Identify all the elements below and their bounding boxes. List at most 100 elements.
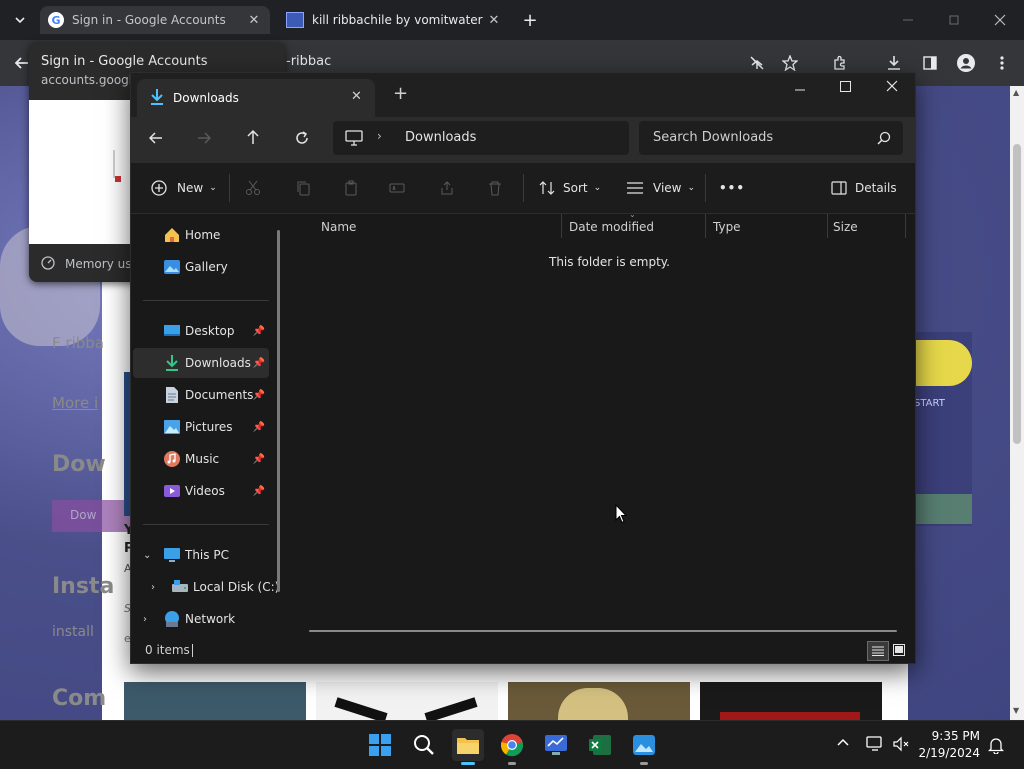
rename-icon[interactable] xyxy=(389,172,405,204)
pin-icon[interactable]: 📌 xyxy=(253,358,265,369)
new-tab-button[interactable]: + xyxy=(518,8,542,32)
network-icon xyxy=(163,610,181,628)
address-bar-text[interactable]: -ribbac xyxy=(286,54,331,69)
sidebar-item-videos[interactable]: Videos 📌 xyxy=(133,476,269,506)
file-explorer-app-icon[interactable] xyxy=(452,729,484,765)
details-button[interactable]: Details xyxy=(829,172,897,204)
thumbnail-3[interactable] xyxy=(508,682,690,720)
breadcrumb-chevron-icon[interactable]: › xyxy=(377,129,382,143)
system-monitor-app-icon[interactable] xyxy=(540,729,572,761)
pin-icon[interactable]: 📌 xyxy=(253,390,265,401)
clock-date[interactable]: 2/19/2024 xyxy=(918,746,980,760)
thumbnail-1[interactable] xyxy=(124,682,306,720)
clock-time[interactable]: 9:35 PM xyxy=(924,729,980,743)
chevron-down-icon[interactable]: ⌄ xyxy=(143,550,151,561)
close-window-icon[interactable] xyxy=(988,8,1012,32)
tiles-view-icon[interactable] xyxy=(891,642,907,658)
thumbnail-4[interactable] xyxy=(700,682,882,720)
thumbnail-2[interactable] xyxy=(316,682,498,720)
sidebar-item-this-pc[interactable]: ⌄ This PC xyxy=(133,540,269,570)
search-icon[interactable] xyxy=(408,729,440,761)
chrome-menu-icon[interactable] xyxy=(990,51,1014,75)
search-icon[interactable] xyxy=(877,131,891,145)
cut-icon[interactable] xyxy=(245,172,261,204)
sidebar-item-home[interactable]: Home xyxy=(133,220,269,250)
column-header-size[interactable]: Size xyxy=(833,214,858,240)
sidebar-item-network[interactable]: › Network xyxy=(133,604,269,634)
download-button-fragment[interactable]: Dow xyxy=(52,500,132,532)
chevron-right-icon[interactable]: › xyxy=(151,582,155,593)
minimize-icon[interactable] xyxy=(795,85,805,95)
chrome-tab-ribbachile[interactable]: kill ribbachile by vomitwater ✕ xyxy=(278,6,510,34)
forward-arrow-icon[interactable] xyxy=(197,131,211,145)
this-pc-monitor-icon[interactable] xyxy=(345,130,363,146)
column-divider[interactable] xyxy=(561,214,562,238)
sidebar-item-music[interactable]: Music 📌 xyxy=(133,444,269,474)
column-header-date-modified[interactable]: Date modified xyxy=(569,214,654,240)
breadcrumb[interactable]: › Downloads xyxy=(333,121,629,155)
chrome-app-icon[interactable] xyxy=(496,729,528,765)
column-divider[interactable] xyxy=(705,214,706,238)
sidebar-item-pictures[interactable]: Pictures 📌 xyxy=(133,412,269,442)
sidebar-item-downloads[interactable]: Downloads 📌 xyxy=(133,348,269,378)
close-tab-icon[interactable]: ✕ xyxy=(246,12,262,28)
view-button[interactable]: View ⌄ xyxy=(625,172,695,204)
close-window-icon[interactable] xyxy=(886,80,898,92)
start-button[interactable] xyxy=(364,729,396,761)
notification-bell-icon[interactable] xyxy=(988,736,1004,754)
sidebar-item-local-disk[interactable]: › Local Disk (C:) xyxy=(133,572,279,602)
sidebar-item-gallery[interactable]: Gallery xyxy=(133,252,269,282)
horizontal-scrollbar[interactable] xyxy=(309,630,897,632)
profile-avatar-icon[interactable] xyxy=(954,51,978,75)
column-divider[interactable] xyxy=(905,214,906,238)
details-view-icon[interactable] xyxy=(867,641,889,661)
maximize-icon[interactable] xyxy=(840,81,851,92)
sort-button[interactable]: Sort ⌄ xyxy=(537,172,601,204)
pin-icon[interactable]: 📌 xyxy=(253,454,265,465)
nav-scrollbar[interactable] xyxy=(277,230,280,592)
delete-icon[interactable] xyxy=(487,172,503,204)
pin-icon[interactable]: 📌 xyxy=(253,422,265,433)
photos-app-icon[interactable] xyxy=(628,729,660,765)
chevron-right-icon[interactable]: › xyxy=(143,614,147,625)
pin-icon[interactable]: 📌 xyxy=(253,326,265,337)
paste-icon[interactable] xyxy=(343,172,359,204)
back-arrow-icon[interactable] xyxy=(149,131,163,145)
column-header-type[interactable]: Type xyxy=(713,214,741,240)
show-hidden-icons-chevron-icon[interactable] xyxy=(836,737,850,747)
up-arrow-icon[interactable] xyxy=(246,129,260,145)
chrome-tab-google-signin[interactable]: G Sign in - Google Accounts ✕ xyxy=(40,6,270,34)
sidebar-item-desktop[interactable]: Desktop 📌 xyxy=(133,316,269,346)
restore-icon[interactable] xyxy=(942,8,966,32)
pin-icon[interactable]: 📌 xyxy=(253,486,265,497)
tab-title: Sign in - Google Accounts xyxy=(72,13,226,27)
sidebar-item-documents[interactable]: Documents 📌 xyxy=(133,380,269,410)
search-input[interactable]: Search Downloads xyxy=(639,121,903,155)
minimize-icon[interactable] xyxy=(896,8,920,32)
site-favicon-icon xyxy=(286,12,304,28)
close-tab-icon[interactable]: ✕ xyxy=(351,89,362,104)
more-link-fragment[interactable]: More i xyxy=(52,394,98,412)
new-tab-plus-icon[interactable]: + xyxy=(393,83,408,104)
new-button[interactable]: New ⌄ xyxy=(149,172,217,204)
network-status-icon[interactable] xyxy=(866,735,886,753)
excel-app-icon[interactable] xyxy=(584,729,616,761)
tab-search-chevron-icon[interactable] xyxy=(8,8,32,32)
start-label[interactable]: START xyxy=(914,398,945,409)
scroll-down-arrow-icon[interactable]: ▼ xyxy=(1013,706,1019,715)
game-preview[interactable]: START xyxy=(914,332,972,526)
refresh-icon[interactable] xyxy=(294,130,310,146)
volume-muted-icon[interactable] xyxy=(892,735,910,753)
share-icon[interactable] xyxy=(439,172,455,204)
copy-icon[interactable] xyxy=(295,172,311,204)
more-options-button[interactable]: ••• xyxy=(719,172,745,204)
breadcrumb-item-downloads[interactable]: Downloads xyxy=(405,130,476,145)
explorer-tab-downloads[interactable]: Downloads ✕ xyxy=(137,79,375,117)
scroll-up-arrow-icon[interactable]: ▲ xyxy=(1013,88,1019,97)
page-scrollbar[interactable]: ▲ ▼ xyxy=(1010,86,1024,720)
column-header-name[interactable]: Name xyxy=(321,214,356,240)
column-divider[interactable] xyxy=(827,214,828,238)
scrollbar-thumb[interactable] xyxy=(1013,144,1021,444)
side-panel-icon[interactable] xyxy=(918,51,942,75)
close-tab-icon[interactable]: ✕ xyxy=(486,12,502,28)
